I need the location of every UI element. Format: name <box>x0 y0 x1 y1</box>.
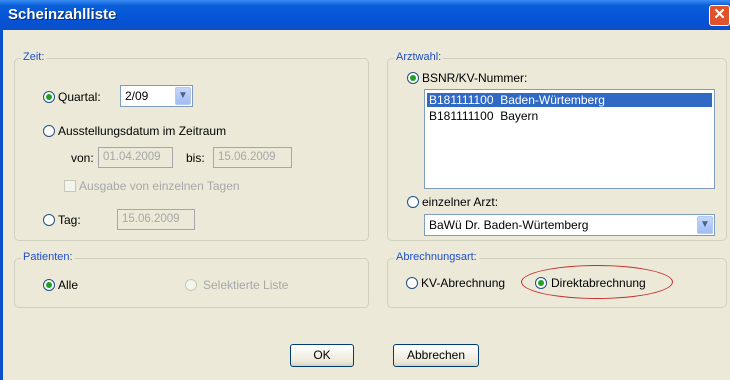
close-button[interactable]: ✕ <box>709 5 730 26</box>
arzt-value: BaWü Dr. Baden-Würtemberg <box>429 218 589 232</box>
direktabrechnung-radio[interactable] <box>535 277 547 289</box>
quartal-select[interactable]: 2/09 ▼ <box>120 85 193 107</box>
direktabrechnung-label: Direktabrechnung <box>551 276 646 290</box>
chevron-down-icon[interactable]: ▼ <box>175 87 191 105</box>
einzelne-tage-checkbox[interactable] <box>64 180 76 192</box>
patienten-legend: Patienten: <box>21 251 75 263</box>
list-item-region: Baden-Würtemberg <box>500 93 605 107</box>
abbrechen-button[interactable]: Abbrechen <box>393 344 479 367</box>
quartal-radio[interactable] <box>43 91 55 103</box>
bsnr-label: BSNR/KV-Nummer: <box>422 71 528 85</box>
ok-button[interactable]: OK <box>290 344 354 367</box>
ausstellungsdatum-radio[interactable] <box>43 125 55 137</box>
bis-value: 15.06.2009 <box>218 151 276 163</box>
arztwahl-legend: Arztwahl: <box>394 51 444 63</box>
bsnr-radio[interactable] <box>407 72 419 84</box>
quartal-label: Quartal: <box>58 90 101 104</box>
kv-abrechnung-radio[interactable] <box>406 277 418 289</box>
bis-label: bis: <box>186 151 205 165</box>
einzelner-arzt-radio[interactable] <box>407 196 419 208</box>
selektierte-liste-label: Selektierte Liste <box>203 278 289 292</box>
quartal-value: 2/09 <box>125 89 149 103</box>
close-icon: ✕ <box>713 6 726 23</box>
list-item-region: Bayern <box>500 109 539 123</box>
tag-value: 15.06.2009 <box>122 213 180 225</box>
von-field[interactable]: 01.04.2009 <box>98 147 173 168</box>
bsnr-listbox[interactable]: B181111100 Baden-Würtemberg B181111100 B… <box>424 89 715 189</box>
einzelner-arzt-label: einzelner Arzt: <box>422 195 499 209</box>
window-title: Scheinzahlliste <box>8 6 117 23</box>
ausstellungsdatum-label: Ausstellungsdatum im Zeitraum <box>58 124 227 138</box>
list-item-nr: B181111100 <box>429 93 494 107</box>
tag-field[interactable]: 15.06.2009 <box>117 209 195 230</box>
zeit-legend: Zeit: <box>21 51 47 63</box>
bis-field[interactable]: 15.06.2009 <box>213 147 292 168</box>
von-label: von: <box>71 151 94 165</box>
list-item-nr: B181111100 <box>429 109 494 123</box>
window-border <box>0 30 3 380</box>
selektierte-liste-radio[interactable] <box>185 279 197 291</box>
list-item[interactable]: B181111100 Bayern <box>429 109 538 123</box>
alle-radio[interactable] <box>43 279 55 291</box>
tag-radio[interactable] <box>43 214 55 226</box>
abrechnungsart-legend: Abrechnungsart: <box>394 251 479 263</box>
von-value: 01.04.2009 <box>103 151 161 163</box>
scheinzahlliste-dialog: Scheinzahlliste ✕ Zeit: Quartal: 2/09 ▼ … <box>0 0 730 380</box>
kv-abrechnung-label: KV-Abrechnung <box>421 276 506 290</box>
chevron-down-icon[interactable]: ▼ <box>697 216 713 234</box>
tag-label: Tag: <box>58 213 81 227</box>
alle-label: Alle <box>58 278 79 292</box>
einzelne-tage-label: Ausgabe von einzelnen Tagen <box>79 179 240 193</box>
arzt-select[interactable]: BaWü Dr. Baden-Würtemberg ▼ <box>424 214 715 236</box>
list-item[interactable]: B181111100 Baden-Würtemberg <box>427 93 712 107</box>
title-bar: Scheinzahlliste ✕ <box>0 0 730 30</box>
